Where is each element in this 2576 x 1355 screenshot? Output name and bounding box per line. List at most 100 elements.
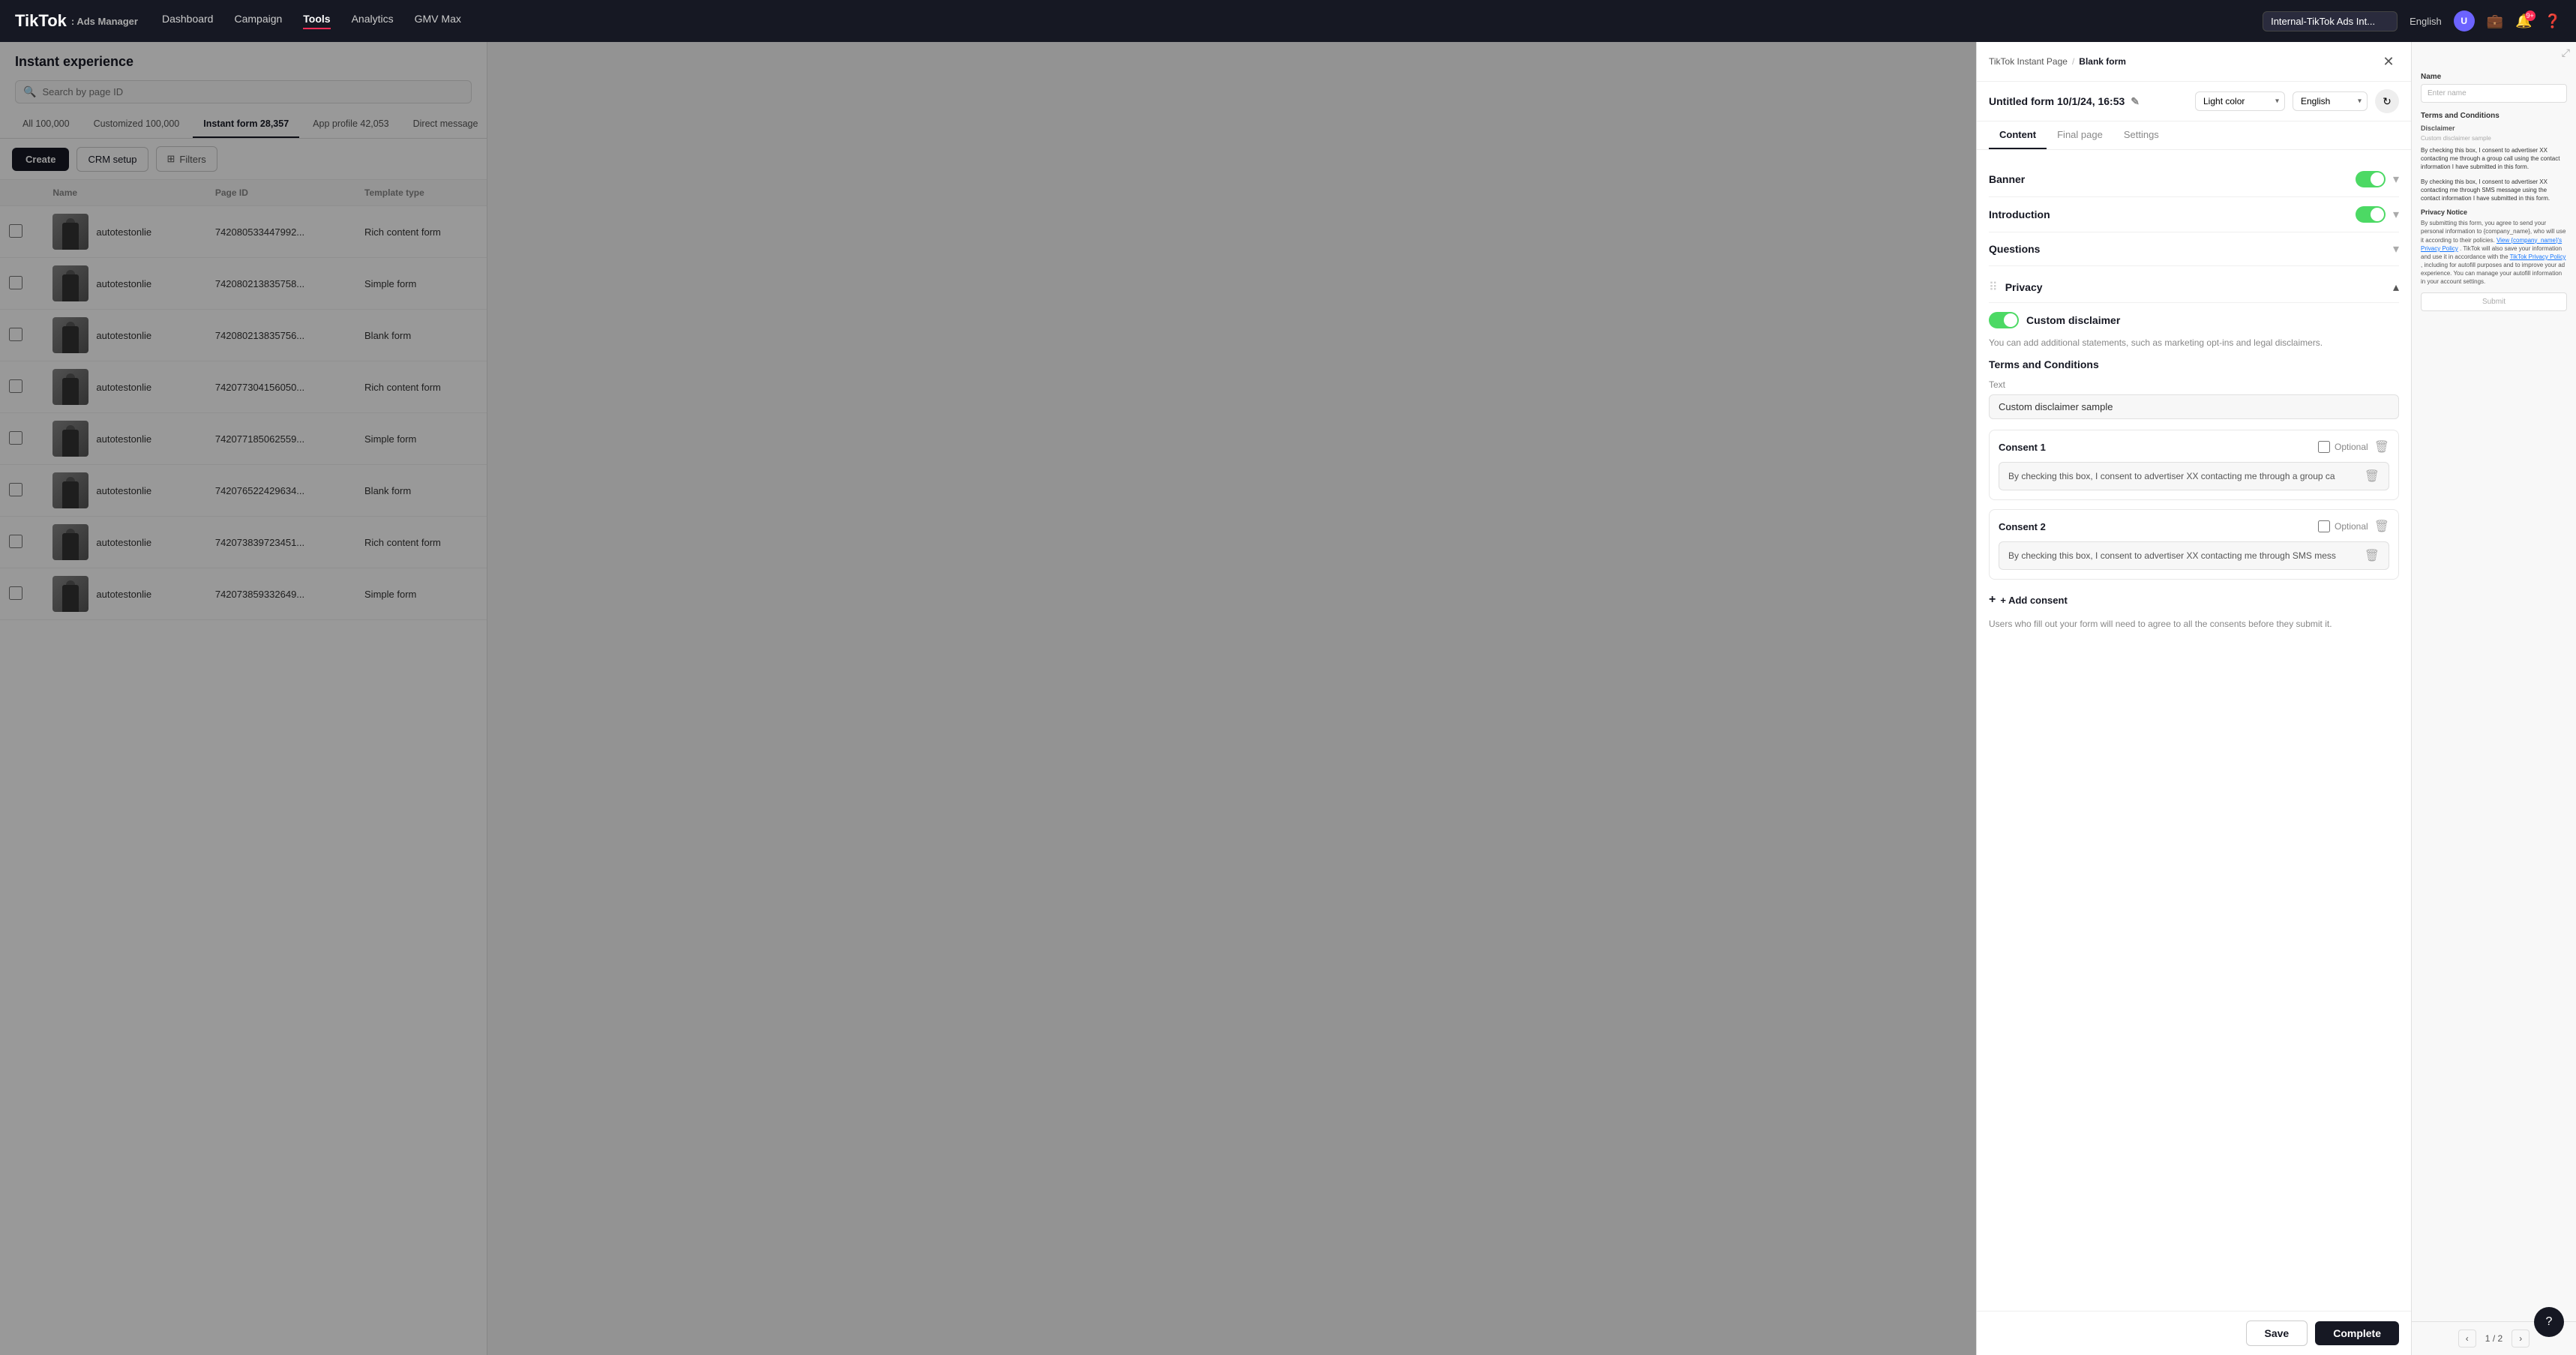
modal-container: TikTok Instant Page / Blank form ✕ Untit… (1976, 42, 2576, 1355)
add-consent-button[interactable]: + + Add consent (1989, 589, 2068, 611)
form-editor: TikTok Instant Page / Blank form ✕ Untit… (1976, 42, 2411, 1355)
add-consent-label: + Add consent (2000, 595, 2067, 606)
consent-2-text[interactable]: By checking this box, I consent to adver… (1999, 541, 2389, 570)
consent-2-optional-checkbox[interactable] (2318, 520, 2330, 532)
preview-panel: ⤢ Name Enter name Terms and Conditions D… (2411, 42, 2576, 1355)
consent-1-text[interactable]: By checking this box, I consent to adver… (1999, 462, 2389, 490)
privacy-section: ⠿ Privacy ▴ Custom disclaimer (1989, 266, 2399, 635)
banner-section: Banner ▾ (1989, 162, 2399, 197)
questions-chevron[interactable]: ▾ (2393, 241, 2399, 256)
account-selector[interactable]: Internal-TikTok Ads Int... (2263, 11, 2398, 31)
complete-button[interactable]: Complete (2315, 1321, 2399, 1345)
consent-2-text-value: By checking this box, I consent to adver… (2008, 550, 2359, 561)
nav-dashboard[interactable]: Dashboard (162, 13, 214, 29)
ads-manager-label: : Ads Manager (71, 16, 138, 27)
questions-section: Questions ▾ (1989, 232, 2399, 266)
form-title: Untitled form 10/1/24, 16:53 ✎ (1989, 95, 2188, 108)
preview-tc: Terms and Conditions Disclaimer Custom d… (2421, 112, 2567, 311)
top-navigation: TikTok : Ads Manager Dashboard Campaign … (0, 0, 2576, 42)
privacy-header: ⠿ Privacy ▴ (1989, 272, 2399, 303)
privacy-drag-handle[interactable]: ⠿ (1989, 280, 1998, 295)
prev-page-button[interactable]: ‹ (2458, 1330, 2476, 1348)
preview-name-input: Enter name (2421, 84, 2567, 103)
lang-select-wrapper: EnglishChinese ▾ (2293, 91, 2368, 111)
consent-2-block: Consent 2 Optional 🗑 By checking this bo… (1989, 509, 2399, 580)
consent-2-header: Consent 2 Optional 🗑 (1999, 519, 2389, 534)
expand-button[interactable]: ⤢ (2562, 46, 2570, 59)
preview-submit-button: Submit (2421, 292, 2567, 311)
nav-analytics[interactable]: Analytics (352, 13, 394, 29)
color-select[interactable]: Light colorDark color (2195, 91, 2285, 111)
tab-settings[interactable]: Settings (2113, 121, 2170, 149)
tiktok-logo-icon: TikTok (15, 11, 67, 31)
next-page-button[interactable]: › (2512, 1330, 2530, 1348)
tab-final-page[interactable]: Final page (2047, 121, 2113, 149)
preview-disclaimer-sample: Custom disclaimer sample (2421, 135, 2567, 142)
introduction-section: Introduction ▾ (1989, 197, 2399, 232)
add-consent-plus-icon: + (1989, 593, 1996, 607)
consent-1-optional-checkbox[interactable] (2318, 441, 2330, 453)
form-title-bar: Untitled form 10/1/24, 16:53 ✎ Light col… (1977, 82, 2411, 121)
color-select-wrapper: Light colorDark color ▾ (2195, 91, 2285, 111)
briefcase-icon[interactable]: 💼 (2487, 13, 2503, 29)
tiktok-privacy-link[interactable]: TikTok Privacy Policy (2510, 253, 2566, 260)
user-avatar[interactable]: U (2454, 10, 2475, 31)
consent-2-delete-icon[interactable]: 🗑 (2374, 519, 2389, 534)
consent-1-block: Consent 1 Optional 🗑 By checking this bo… (1989, 430, 2399, 500)
breadcrumb-separator: / (2072, 56, 2074, 67)
text-field-group: Text Custom disclaimer sample (1989, 379, 2399, 419)
consent-1-text-value: By checking this box, I consent to adver… (2008, 471, 2359, 481)
breadcrumb: TikTok Instant Page / Blank form (1989, 56, 2126, 67)
nav-tools[interactable]: Tools (303, 13, 330, 29)
preview-name-field: Name Enter name (2421, 73, 2567, 103)
nav-gmvmax[interactable]: GMV Max (415, 13, 461, 29)
help-button[interactable]: ? (2534, 1307, 2564, 1337)
form-footer: Save Complete (1977, 1311, 2411, 1355)
custom-disclaimer-toggle[interactable] (1989, 312, 2019, 328)
consent-1-inline-delete[interactable]: 🗑 (2365, 469, 2380, 484)
topnav-right: Internal-TikTok Ads Int... English U 💼 🔔… (2263, 10, 2561, 31)
notification-badge: 9+ (2525, 10, 2536, 21)
nav-campaign[interactable]: Campaign (234, 13, 282, 29)
banner-toggle[interactable] (2356, 171, 2386, 187)
form-tabs: Content Final page Settings (1977, 121, 2411, 150)
form-content: Banner ▾ Introduction (1977, 150, 2411, 1311)
preview-expand: ⤢ (2412, 42, 2576, 64)
users-note: Users who fill out your form will need t… (1989, 619, 2399, 629)
introduction-chevron[interactable]: ▾ (2393, 207, 2399, 222)
notification-icon[interactable]: 🔔 9+ (2515, 13, 2532, 29)
preview-tc-title: Terms and Conditions (2421, 112, 2567, 120)
preview-content: Name Enter name Terms and Conditions Dis… (2412, 64, 2576, 1321)
consent-1-delete-icon[interactable]: 🗑 (2374, 439, 2389, 454)
privacy-chevron[interactable]: ▴ (2393, 280, 2399, 295)
close-button[interactable]: ✕ (2378, 51, 2399, 72)
consent-1-title: Consent 1 (1999, 442, 2318, 453)
consent-1-optional: Optional (2318, 441, 2368, 453)
banner-chevron[interactable]: ▾ (2393, 172, 2399, 187)
form-editor-header: TikTok Instant Page / Blank form ✕ (1977, 42, 2411, 82)
help-icon[interactable]: ❓ (2545, 13, 2561, 29)
tab-content[interactable]: Content (1989, 121, 2047, 149)
custom-disclaimer-row: Custom disclaimer (1989, 303, 2399, 337)
modal-overlay: TikTok Instant Page / Blank form ✕ Untit… (0, 42, 2576, 1355)
lang-select[interactable]: EnglishChinese (2293, 91, 2368, 111)
consent-2-optional-label: Optional (2335, 521, 2368, 532)
save-button[interactable]: Save (2246, 1321, 2308, 1346)
app-logo: TikTok : Ads Manager (15, 11, 138, 31)
breadcrumb-current: Blank form (2079, 56, 2126, 67)
preview-privacy-title: Privacy Notice (2421, 208, 2567, 216)
consent-2-optional: Optional (2318, 520, 2368, 532)
consent-2-inline-delete[interactable]: 🗑 (2365, 548, 2380, 563)
terms-title: Terms and Conditions (1989, 358, 2399, 370)
introduction-toggle[interactable] (2356, 206, 2386, 223)
text-field-label: Text (1989, 379, 2399, 390)
consent-1-optional-label: Optional (2335, 442, 2368, 452)
preview-consent-2: By checking this box, I consent to adver… (2421, 178, 2567, 203)
breadcrumb-parent[interactable]: TikTok Instant Page (1989, 56, 2068, 67)
preview-privacy-text: By submitting this form, you agree to se… (2421, 219, 2567, 286)
text-field-value[interactable]: Custom disclaimer sample (1989, 394, 2399, 419)
refresh-button[interactable]: ↻ (2375, 89, 2399, 113)
edit-title-icon[interactable]: ✎ (2131, 95, 2140, 108)
consent-1-header: Consent 1 Optional 🗑 (1999, 439, 2389, 454)
disclaimer-description: You can add additional statements, such … (1989, 337, 2399, 348)
